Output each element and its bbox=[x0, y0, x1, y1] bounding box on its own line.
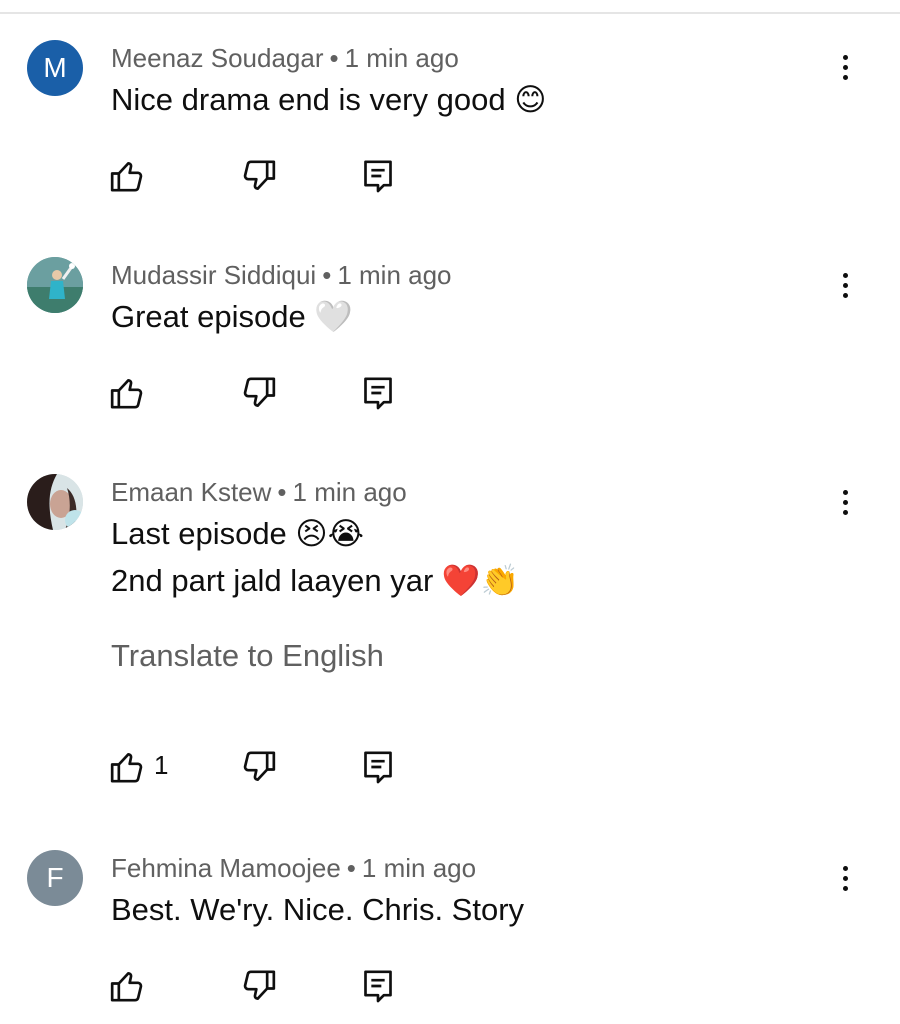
comment-actions: 1 bbox=[108, 747, 428, 787]
author-name[interactable]: Emaan Kstew bbox=[111, 477, 271, 507]
reply-button[interactable] bbox=[358, 156, 398, 196]
meta-separator: • bbox=[329, 43, 339, 73]
comment-text: Last episode 😣😭 2nd part jald laayen yar… bbox=[111, 510, 519, 604]
thumb-up-icon bbox=[110, 379, 143, 409]
more-vert-icon[interactable] bbox=[830, 265, 860, 305]
comment-time: 1 min ago bbox=[337, 260, 452, 290]
thumb-down-icon bbox=[243, 970, 276, 1000]
more-vert-icon[interactable] bbox=[830, 858, 860, 898]
comment-line: Great episode 🤍 bbox=[111, 299, 353, 334]
thumb-up-icon bbox=[110, 972, 143, 1002]
dislike-button[interactable] bbox=[238, 747, 278, 787]
avatar-photo bbox=[27, 474, 83, 530]
comment-line: Nice drama end is very good 😊 bbox=[111, 82, 547, 117]
comment-time: 1 min ago bbox=[361, 853, 477, 883]
thumb-up-icon bbox=[110, 162, 143, 192]
author-name[interactable]: Mudassir Siddiqui bbox=[111, 260, 316, 290]
comment-line: Best. We'ry. Nice. Chris. Story bbox=[111, 892, 525, 927]
comment-text: Great episode 🤍 bbox=[111, 293, 353, 340]
comment-reply-icon bbox=[364, 970, 392, 1003]
comment-line: Last episode 😣😭 bbox=[111, 516, 364, 551]
avatar[interactable]: F bbox=[27, 850, 83, 906]
thumb-down-icon bbox=[243, 160, 276, 191]
comment-text: Best. We'ry. Nice. Chris. Story bbox=[111, 886, 524, 933]
author-name[interactable]: Meenaz Soudagar bbox=[111, 43, 323, 73]
meta-separator: • bbox=[346, 853, 356, 883]
reply-button[interactable] bbox=[358, 966, 398, 1006]
like-button[interactable] bbox=[108, 156, 148, 196]
avatar-photo bbox=[27, 257, 83, 313]
reply-button[interactable] bbox=[358, 373, 398, 413]
avatar[interactable] bbox=[27, 474, 83, 530]
comment-text: Nice drama end is very good 😊 bbox=[111, 76, 547, 123]
comment-reply-icon bbox=[364, 377, 392, 410]
comment-actions bbox=[108, 373, 428, 413]
like-button[interactable] bbox=[108, 373, 148, 413]
author-name[interactable]: Fehmina Mamoojee bbox=[111, 853, 341, 883]
like-count: 1 bbox=[154, 750, 169, 780]
comment-meta: Fehmina Mamoojee • 1 min ago bbox=[111, 853, 476, 884]
dislike-button[interactable] bbox=[238, 156, 278, 196]
more-vert-icon[interactable] bbox=[830, 482, 860, 522]
meta-separator: • bbox=[277, 477, 287, 507]
comment-meta: Mudassir Siddiqui • 1 min ago bbox=[111, 260, 452, 291]
translate-link[interactable]: Translate to English bbox=[111, 638, 384, 674]
comment-time: 1 min ago bbox=[292, 477, 407, 507]
comment-meta: Emaan Kstew • 1 min ago bbox=[111, 477, 407, 508]
avatar[interactable] bbox=[27, 257, 83, 313]
thumb-down-icon bbox=[243, 751, 276, 781]
dislike-button[interactable] bbox=[238, 373, 278, 413]
avatar[interactable]: M bbox=[27, 40, 83, 96]
comment-reply-icon bbox=[364, 160, 392, 193]
thumb-up-icon bbox=[110, 753, 143, 783]
like-button[interactable] bbox=[108, 966, 148, 1006]
comment-reply-icon bbox=[364, 751, 392, 784]
thumb-down-icon bbox=[243, 377, 276, 407]
comment-line: 2nd part jald laayen yar ❤️👏 bbox=[111, 563, 520, 598]
more-vert-icon[interactable] bbox=[830, 47, 860, 87]
dislike-button[interactable] bbox=[238, 966, 278, 1006]
like-button[interactable] bbox=[108, 747, 148, 787]
comment-actions bbox=[108, 966, 428, 1006]
top-divider bbox=[0, 12, 900, 14]
comment-time: 1 min ago bbox=[344, 43, 459, 73]
comment-meta: Meenaz Soudagar • 1 min ago bbox=[111, 43, 459, 74]
reply-button[interactable] bbox=[358, 747, 398, 787]
meta-separator: • bbox=[322, 260, 332, 290]
comment-actions bbox=[108, 156, 428, 196]
